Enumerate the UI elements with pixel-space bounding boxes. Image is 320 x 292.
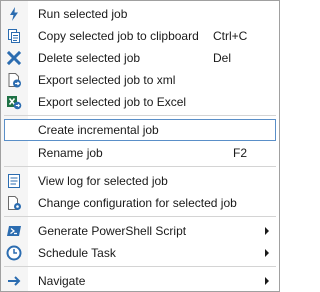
menu-item-label: Schedule Task xyxy=(38,246,116,260)
menu-item-rename-job[interactable]: Rename job F2 xyxy=(1,142,279,164)
copy-icon xyxy=(6,28,22,44)
submenu-arrow-icon xyxy=(265,249,269,257)
menu-item-label: Copy selected job to clipboard xyxy=(38,29,199,43)
menu-item-generate-powershell-script[interactable]: Generate PowerShell Script xyxy=(1,220,279,242)
submenu-arrow-icon xyxy=(265,227,269,235)
menu-item-view-log[interactable]: View log for selected job xyxy=(1,170,279,192)
clock-icon xyxy=(6,245,22,261)
menu-separator xyxy=(4,266,276,267)
menu-item-label: Change configuration for selected job xyxy=(38,196,237,210)
excel-icon xyxy=(6,94,22,110)
menu-item-change-configuration[interactable]: Change configuration for selected job xyxy=(1,192,279,214)
menu-item-label: Rename job xyxy=(38,146,103,160)
menu-item-delete-selected-job[interactable]: Delete selected job Del xyxy=(1,47,279,69)
menu-item-create-incremental-job[interactable]: Create incremental job xyxy=(4,119,276,141)
menu-item-label: Export selected job to Excel xyxy=(38,95,187,109)
menu-item-schedule-task[interactable]: Schedule Task xyxy=(1,242,279,264)
menu-item-label: View log for selected job xyxy=(38,174,168,188)
shortcut-text: Ctrl+C xyxy=(213,29,248,43)
powershell-icon xyxy=(6,223,22,239)
shortcut-text: F2 xyxy=(233,146,248,160)
submenu-arrow-icon xyxy=(265,277,269,285)
menu-item-export-to-xml[interactable]: Export selected job to xml xyxy=(1,69,279,91)
menu-separator xyxy=(4,166,276,167)
delete-x-icon xyxy=(6,50,22,66)
config-icon xyxy=(6,195,22,211)
menu-item-copy-to-clipboard[interactable]: Copy selected job to clipboard Ctrl+C xyxy=(1,25,279,47)
arrow-right-icon xyxy=(6,273,22,289)
menu-separator xyxy=(4,115,276,116)
log-icon xyxy=(6,173,22,189)
menu-item-label: Delete selected job xyxy=(38,51,141,65)
lightning-icon xyxy=(6,6,22,22)
menu-item-navigate[interactable]: Navigate xyxy=(1,270,279,292)
shortcut-text: Del xyxy=(213,51,232,65)
export-xml-icon xyxy=(6,72,22,88)
menu-item-label: Create incremental job xyxy=(38,123,159,137)
menu-item-label: Navigate xyxy=(38,274,86,288)
menu-item-run-selected-job[interactable]: Run selected job xyxy=(1,3,279,25)
menu-item-label: Generate PowerShell Script xyxy=(38,224,187,238)
menu-separator xyxy=(4,216,276,217)
context-menu: Run selected job Copy selected job to cl… xyxy=(0,0,280,292)
menu-item-label: Export selected job to xml xyxy=(38,73,176,87)
menu-item-export-to-excel[interactable]: Export selected job to Excel xyxy=(1,91,279,113)
menu-item-label: Run selected job xyxy=(38,7,128,21)
